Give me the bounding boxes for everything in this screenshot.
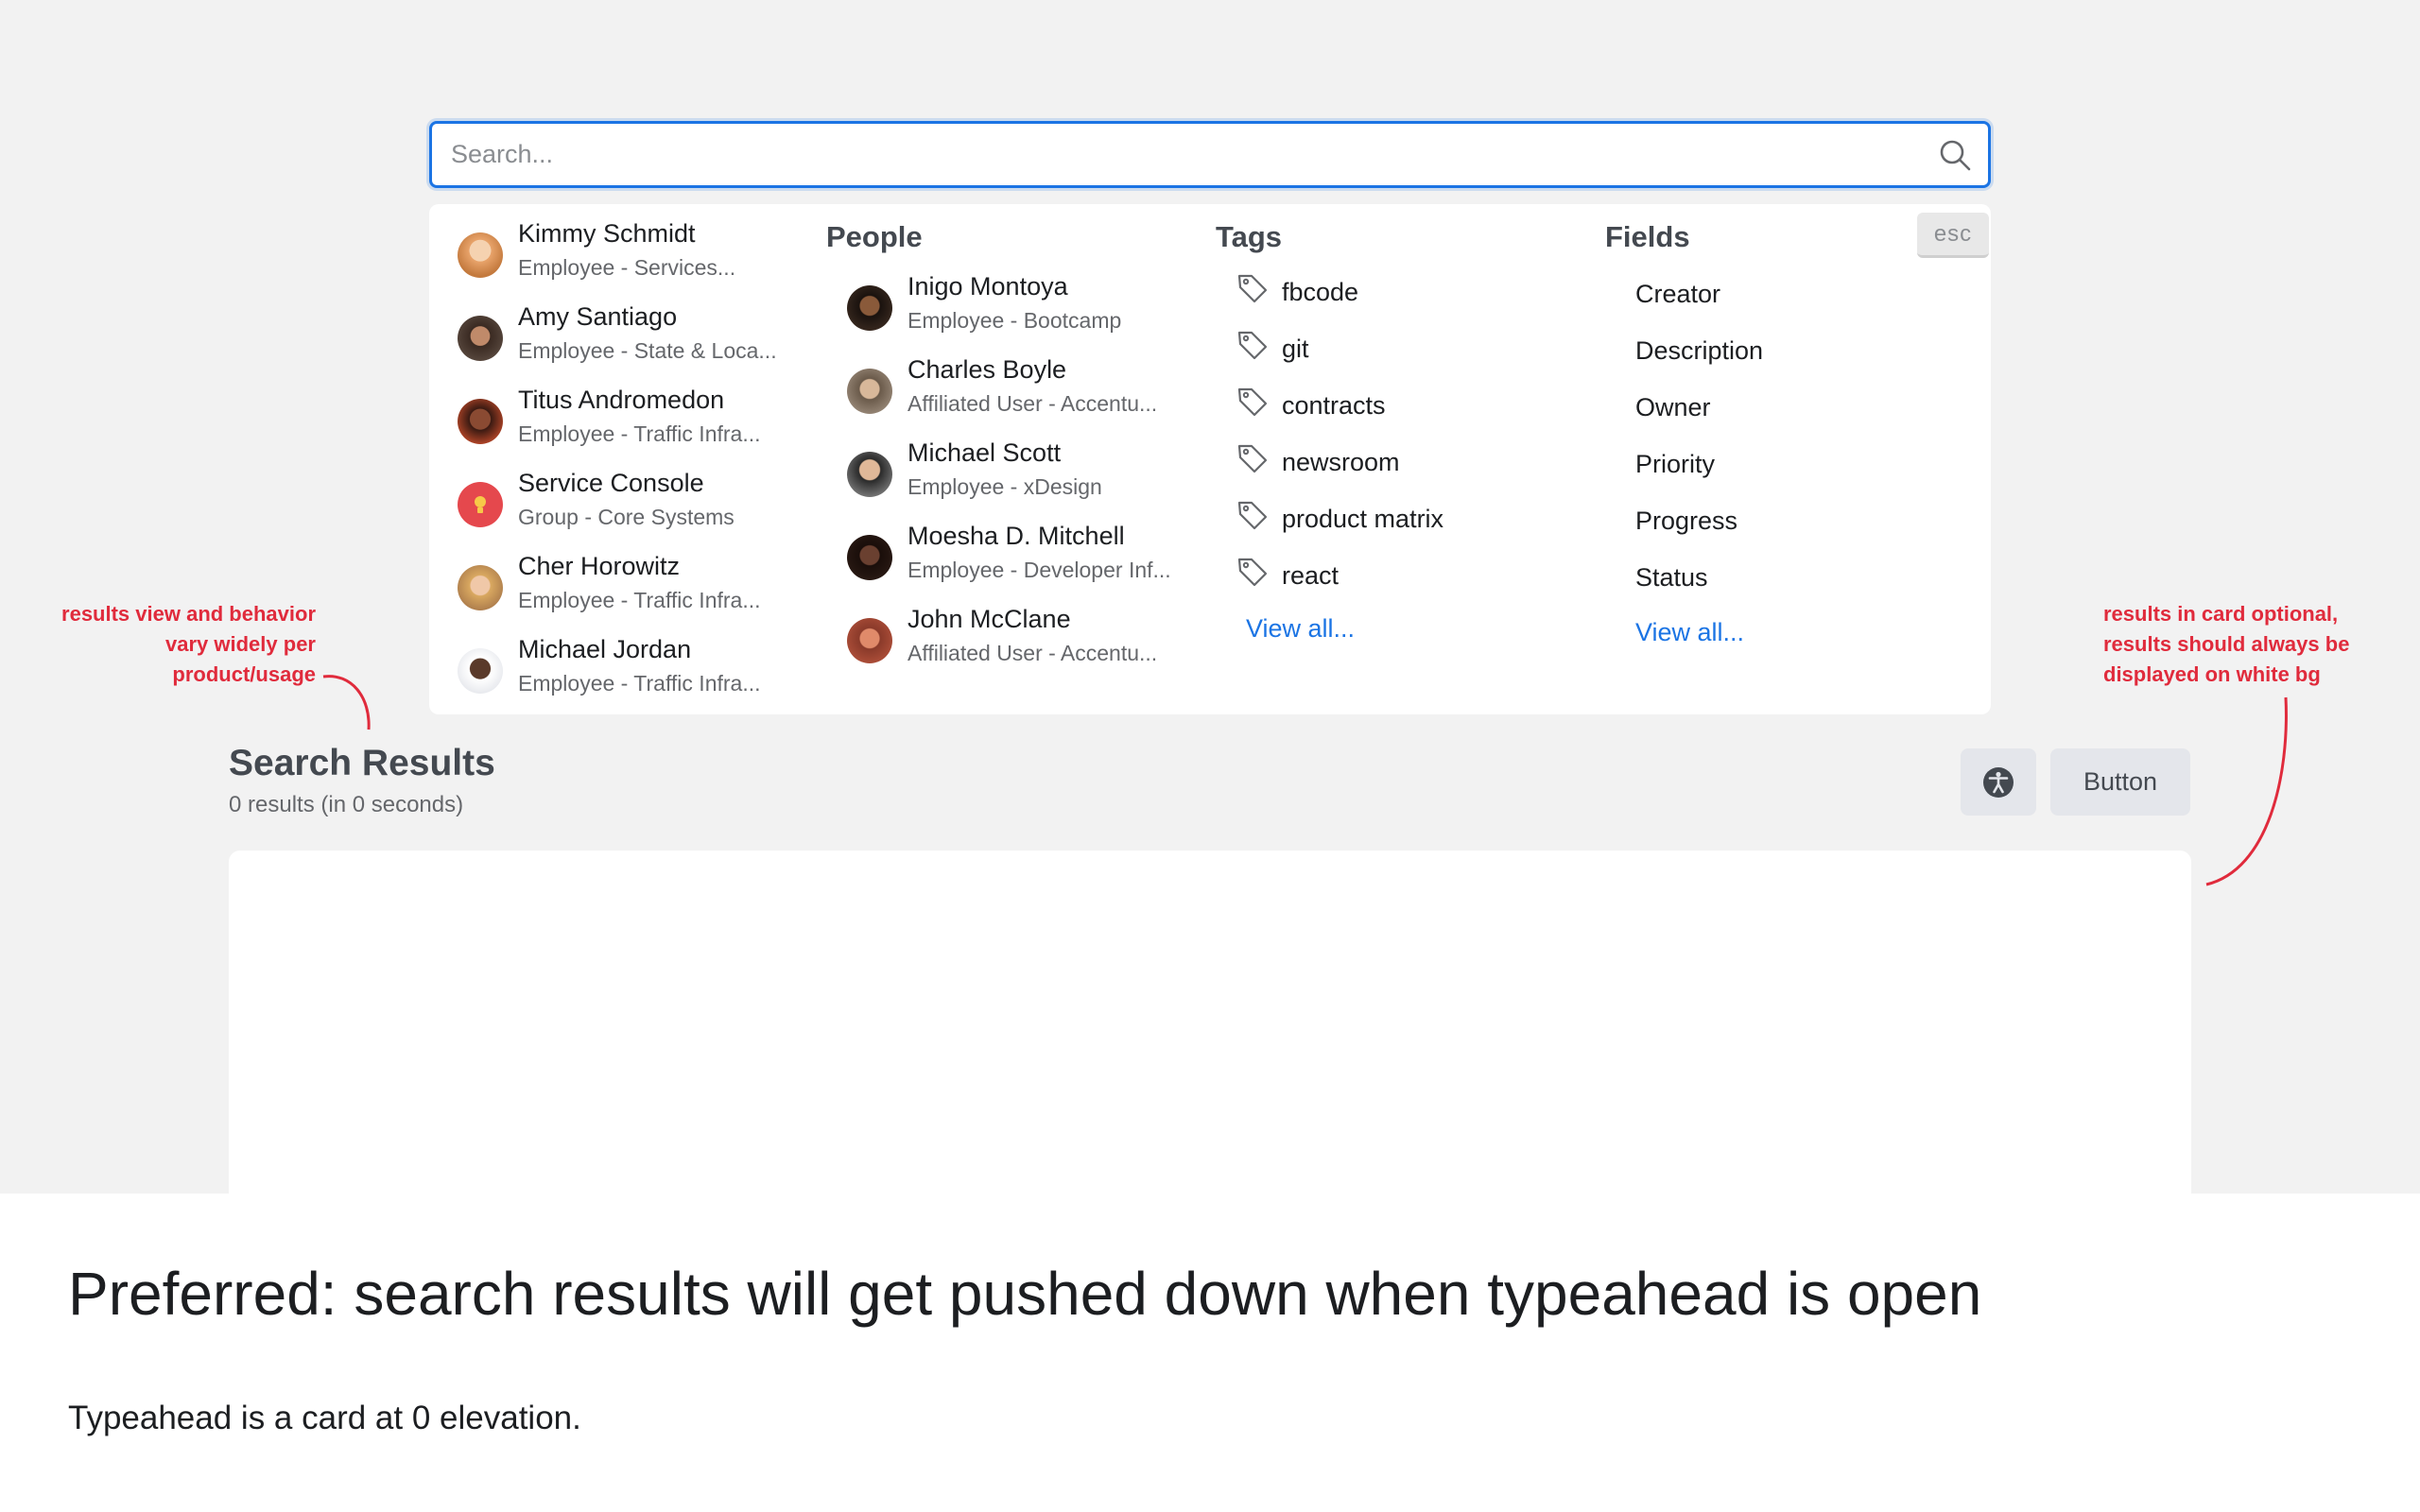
search-box[interactable]: [429, 121, 1991, 188]
recent-item-name: Kimmy Schmidt: [518, 219, 696, 248]
field-item[interactable]: Progress: [1635, 507, 1737, 536]
people-item-name: Michael Scott: [908, 438, 1062, 467]
tag-label: contracts: [1282, 391, 1386, 420]
recent-item-subtitle: Employee - Traffic Infra...: [518, 588, 761, 612]
tag-icon: [1237, 501, 1268, 530]
people-item-subtitle: Employee - Developer Inf...: [908, 558, 1171, 582]
tag-label: newsroom: [1282, 448, 1400, 476]
tag-icon: [1237, 444, 1268, 473]
field-item[interactable]: Description: [1635, 336, 1763, 366]
typeahead-card: esc Kimmy Schmidt Employee - Services...…: [429, 204, 1991, 714]
fields-heading: Fields: [1605, 220, 1690, 253]
avatar: [458, 232, 503, 278]
avatar: [458, 399, 503, 444]
people-item[interactable]: John McClane Affiliated User - Accentu..…: [847, 605, 1206, 673]
tag-icon: [1237, 387, 1268, 417]
people-item[interactable]: Charles Boyle Affiliated User - Accentu.…: [847, 355, 1206, 423]
people-item-subtitle: Affiliated User - Accentu...: [908, 391, 1158, 416]
tag-icon: [1237, 331, 1268, 360]
tag-label: git: [1282, 335, 1309, 363]
search-results-title: Search Results: [229, 743, 495, 783]
annotation-arrow-right: [2205, 696, 2288, 886]
recent-item[interactable]: Titus Andromedon Employee - Traffic Infr…: [458, 386, 817, 454]
annotation-left: results view and behavior vary widely pe…: [61, 602, 316, 686]
people-item[interactable]: Michael Scott Employee - xDesign: [847, 438, 1206, 507]
people-item-name: Charles Boyle: [908, 355, 1067, 384]
search-input[interactable]: [451, 124, 1926, 185]
tag-label: fbcode: [1282, 278, 1359, 306]
results-card: [229, 850, 2191, 1194]
avatar: [847, 369, 892, 414]
field-item[interactable]: Owner: [1635, 393, 1711, 422]
people-item-subtitle: Affiliated User - Accentu...: [908, 641, 1158, 665]
recent-item-subtitle: Employee - State & Loca...: [518, 338, 777, 363]
people-item[interactable]: Inigo Montoya Employee - Bootcamp: [847, 272, 1206, 340]
search-icon[interactable]: [1939, 139, 1971, 171]
avatar: [458, 565, 503, 610]
recent-item-name: Michael Jordan: [518, 635, 692, 663]
recent-item[interactable]: Amy Santiago Employee - State & Loca...: [458, 302, 817, 370]
recent-item-subtitle: Group - Core Systems: [518, 505, 735, 529]
tag-label: product matrix: [1282, 505, 1444, 533]
recent-item-subtitle: Employee - Traffic Infra...: [518, 421, 761, 446]
recent-item-subtitle: Employee - Services...: [518, 255, 736, 280]
headline: Preferred: search results will get pushe…: [68, 1260, 1982, 1328]
tag-item[interactable]: product matrix: [1236, 499, 1577, 546]
tags-heading: Tags: [1216, 220, 1283, 253]
recent-item[interactable]: Cher Horowitz Employee - Traffic Infra..…: [458, 552, 817, 620]
tag-label: react: [1282, 561, 1340, 590]
recent-item-name: Titus Andromedon: [518, 386, 725, 414]
people-item-name: John McClane: [908, 605, 1071, 633]
people-item[interactable]: Moesha D. Mitchell Employee - Developer …: [847, 522, 1206, 590]
accessibility-button[interactable]: [1961, 748, 2036, 816]
people-item-subtitle: Employee - xDesign: [908, 474, 1102, 499]
tag-item[interactable]: newsroom: [1236, 442, 1577, 490]
recent-item[interactable]: Michael Jordan Employee - Traffic Infra.…: [458, 635, 817, 703]
avatar: [847, 535, 892, 580]
demo-canvas: esc Kimmy Schmidt Employee - Services...…: [0, 0, 2420, 1194]
avatar: [847, 618, 892, 663]
recent-item-name: Service Console: [518, 469, 704, 497]
tag-icon: [1237, 274, 1268, 303]
avatar: [458, 316, 503, 361]
search-results-count: 0 results (in 0 seconds): [229, 792, 464, 817]
people-item-name: Moesha D. Mitchell: [908, 522, 1125, 550]
tag-item[interactable]: git: [1236, 329, 1577, 376]
fields-view-all-link[interactable]: View all...: [1635, 618, 1744, 647]
avatar: [847, 285, 892, 331]
avatar: [458, 648, 503, 694]
avatar: [847, 452, 892, 497]
annotation-arrow-left: [322, 675, 371, 730]
people-item-subtitle: Employee - Bootcamp: [908, 308, 1122, 333]
field-item[interactable]: Status: [1635, 563, 1708, 593]
field-item[interactable]: Creator: [1635, 280, 1720, 309]
annotation-right: results in card optional, results should…: [2103, 602, 2350, 686]
recent-item[interactable]: Service Console Group - Core Systems: [458, 469, 817, 537]
caption: Typeahead is a card at 0 elevation.: [68, 1400, 581, 1436]
recent-item[interactable]: Kimmy Schmidt Employee - Services...: [458, 219, 817, 287]
people-item-name: Inigo Montoya: [908, 272, 1068, 301]
recent-item-name: Cher Horowitz: [518, 552, 681, 580]
tags-view-all-link[interactable]: View all...: [1246, 614, 1355, 644]
service-console-icon: [458, 482, 503, 527]
esc-key-hint[interactable]: esc: [1917, 213, 1989, 258]
tag-item[interactable]: fbcode: [1236, 272, 1577, 319]
accessibility-icon: [1983, 767, 2014, 798]
people-heading: People: [826, 220, 923, 253]
recent-item-name: Amy Santiago: [518, 302, 678, 331]
secondary-button[interactable]: Button: [2050, 748, 2190, 816]
field-item[interactable]: Priority: [1635, 450, 1715, 479]
tag-icon: [1237, 558, 1268, 587]
recent-item-subtitle: Employee - Traffic Infra...: [518, 671, 761, 696]
tag-item[interactable]: react: [1236, 556, 1577, 603]
tag-item[interactable]: contracts: [1236, 386, 1577, 433]
